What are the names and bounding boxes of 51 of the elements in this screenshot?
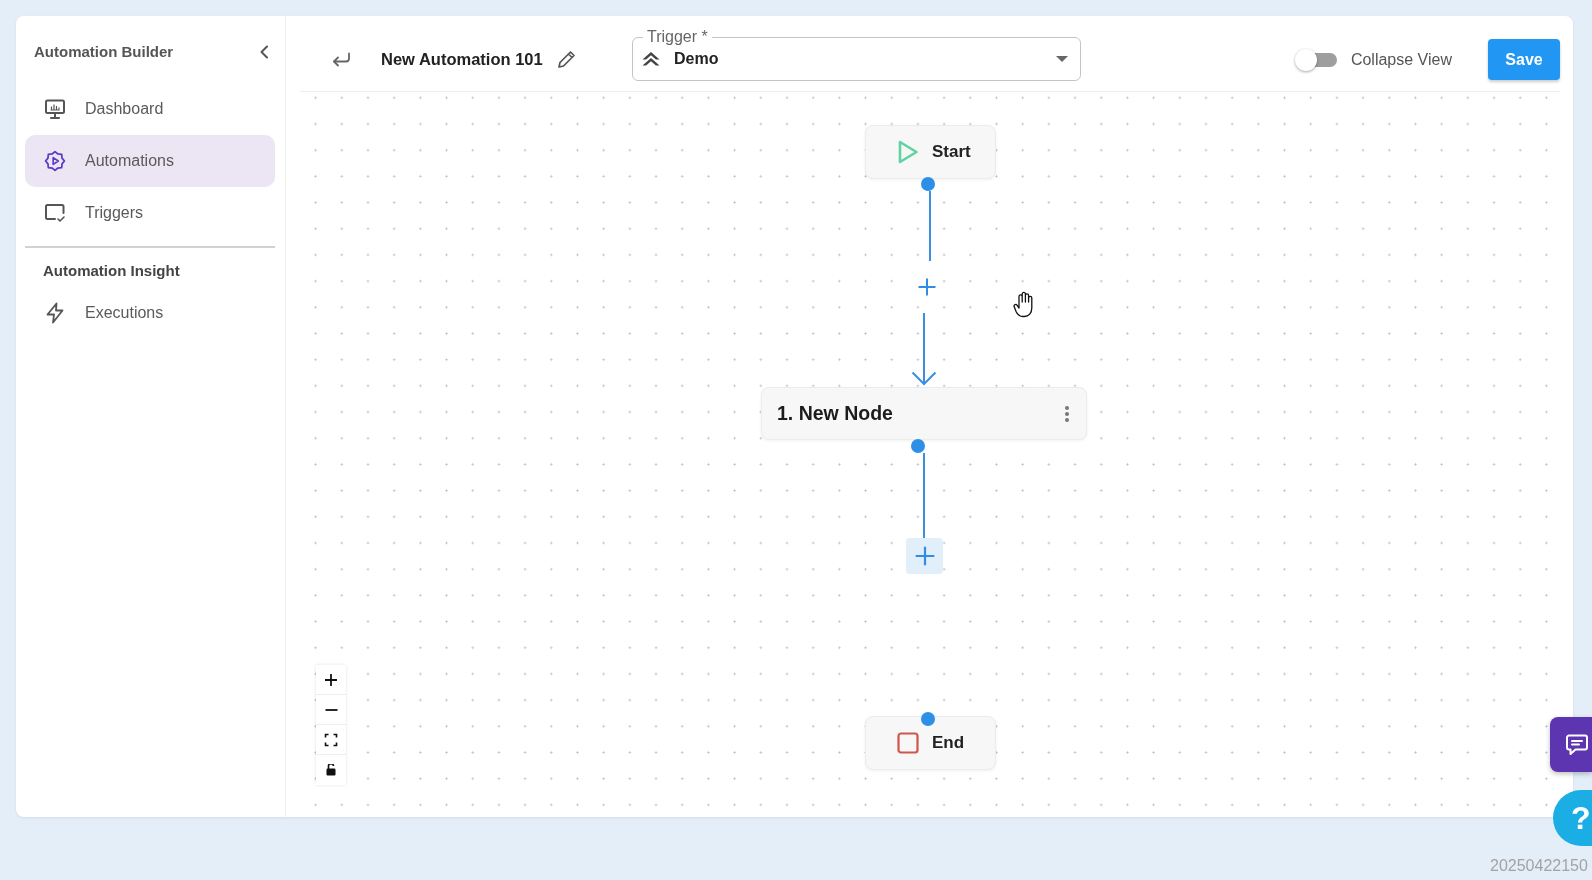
return-arrow-icon (331, 51, 351, 68)
node-label: Start (932, 141, 971, 164)
trigger-select[interactable]: Trigger * Demo (632, 28, 1081, 81)
add-step-button[interactable] (906, 538, 943, 574)
plus-icon (324, 672, 338, 687)
connector-line (929, 190, 931, 262)
sidebar-title: Automation Builder (34, 41, 174, 62)
node-label: 1. New Node (777, 400, 893, 426)
vertical-dots-icon (1064, 404, 1070, 423)
step-node[interactable]: 1. New Node (761, 387, 1087, 440)
collapse-view-switch[interactable] (1294, 48, 1337, 71)
square-icon (897, 732, 919, 754)
chevron-left-icon (259, 45, 269, 59)
nav-item[interactable]: Dashboard (25, 83, 275, 135)
section-heading: Automation Insight (42, 261, 181, 281)
edit-name-button[interactable] (555, 49, 577, 70)
pencil-icon (555, 49, 577, 70)
nav-item[interactable]: Triggers (25, 187, 275, 239)
connection-handle[interactable] (921, 177, 935, 191)
zoom-in-button[interactable] (316, 665, 346, 695)
screen-check-icon (44, 202, 66, 224)
automation-title: New Automation 101 (381, 49, 543, 71)
nav-item[interactable]: Automations (25, 135, 275, 187)
version-text: 20250422150 (1490, 857, 1588, 874)
monitor-chart-icon (44, 98, 66, 120)
field-label: Trigger * (646, 28, 709, 46)
gear-play-icon (44, 150, 66, 172)
switch-label: Collapse View (1350, 49, 1452, 70)
zoom-out-button[interactable] (316, 695, 346, 725)
play-icon (897, 139, 919, 165)
fullscreen-icon (324, 732, 338, 747)
padlock-icon (326, 764, 336, 776)
caret-icon (1056, 56, 1068, 62)
node-menu-button[interactable] (1064, 404, 1070, 423)
start-node[interactable]: Start (865, 125, 996, 179)
back-button[interactable] (331, 51, 351, 68)
lightning-icon (44, 302, 66, 324)
end-node[interactable]: End (865, 716, 996, 770)
plus-icon (917, 277, 937, 297)
plus-icon (913, 545, 936, 567)
connection-handle[interactable] (911, 439, 925, 453)
minus-icon (324, 708, 338, 711)
node-label: End (932, 732, 965, 755)
collapse-sidebar-button[interactable] (259, 45, 269, 59)
double-chevron-icon (641, 51, 661, 67)
nav-item[interactable]: Executions (25, 287, 275, 339)
lock-button[interactable] (316, 755, 346, 785)
connection-handle[interactable] (921, 712, 935, 726)
chat-button[interactable] (1550, 717, 1592, 772)
chat-bubble-icon (1565, 732, 1589, 757)
fit-view-button[interactable] (316, 725, 346, 755)
